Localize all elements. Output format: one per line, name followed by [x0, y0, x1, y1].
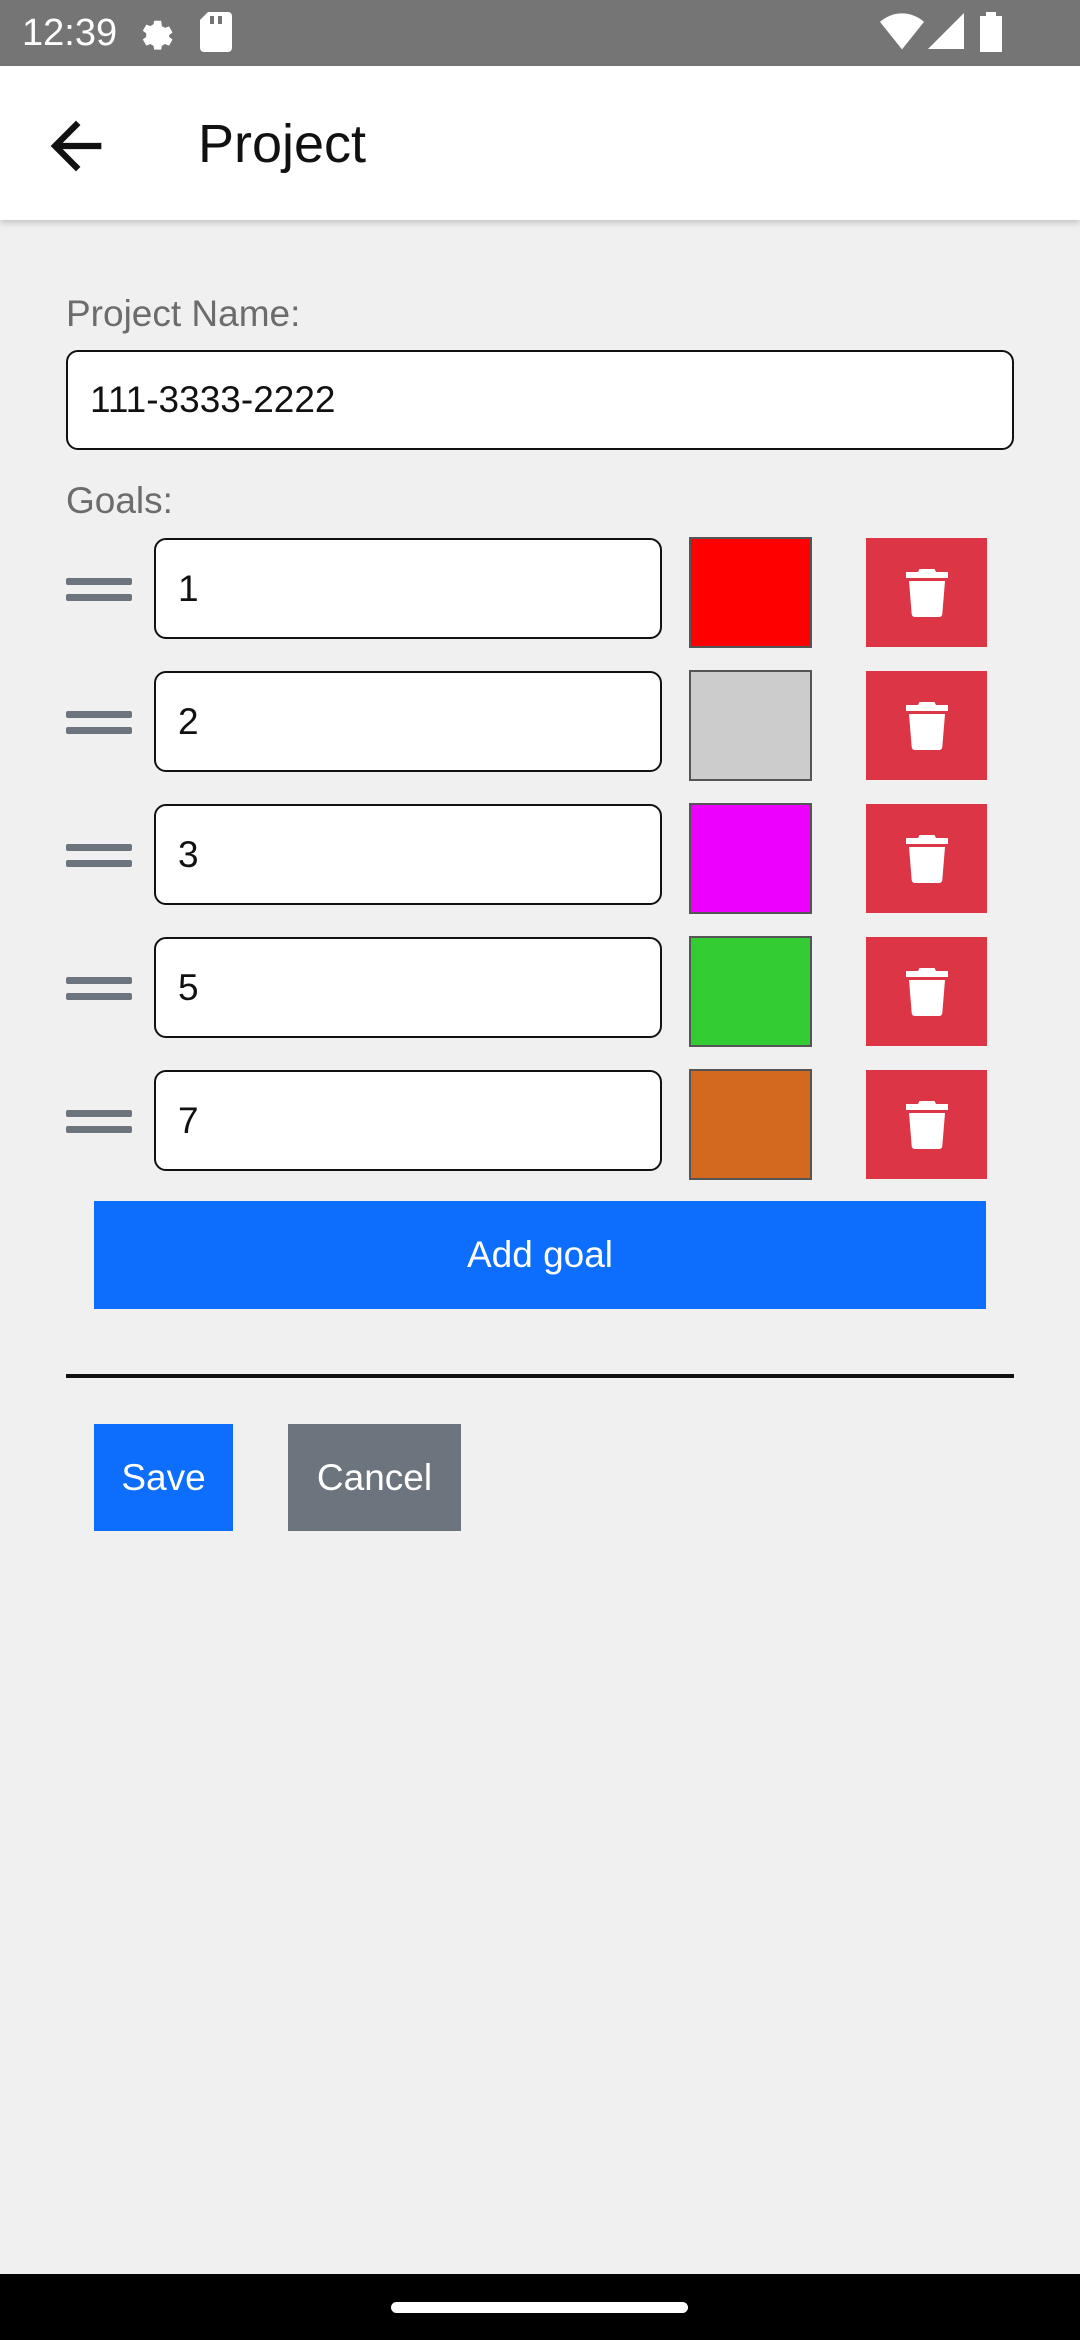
- goal-color-swatch[interactable]: [689, 1069, 812, 1180]
- cancel-button[interactable]: Cancel: [288, 1424, 461, 1531]
- sd-card-icon: [200, 12, 232, 52]
- trash-icon: [905, 701, 948, 750]
- goals-label: Goals:: [66, 480, 173, 521]
- goal-input[interactable]: 2: [154, 671, 662, 772]
- trash-icon: [905, 967, 948, 1016]
- app-bar: Project: [0, 66, 1080, 220]
- delete-goal-button[interactable]: [866, 804, 987, 913]
- drag-handle-icon[interactable]: [66, 578, 132, 606]
- goal-input[interactable]: 5: [154, 937, 662, 1038]
- arrow-left-icon: [50, 120, 102, 172]
- goal-color-swatch[interactable]: [689, 537, 812, 648]
- trash-icon: [905, 1100, 948, 1149]
- project-name-input[interactable]: 111-3333-2222: [66, 350, 1014, 450]
- page-title: Project: [198, 114, 367, 174]
- settings-gear-icon: [142, 20, 173, 50]
- divider: [66, 1374, 1014, 1378]
- drag-handle-icon[interactable]: [66, 711, 132, 739]
- delete-goal-button[interactable]: [866, 671, 987, 780]
- goal-input[interactable]: 3: [154, 804, 662, 905]
- home-gesture-handle[interactable]: [391, 2302, 688, 2313]
- delete-goal-button[interactable]: [866, 1070, 987, 1179]
- cell-signal-icon: [928, 13, 964, 49]
- status-time: 12:39: [22, 12, 118, 54]
- goal-color-swatch[interactable]: [689, 803, 812, 914]
- status-bar: 12:39: [0, 0, 1080, 66]
- project-name-label: Project Name:: [66, 293, 301, 334]
- add-goal-button[interactable]: Add goal: [94, 1201, 986, 1309]
- trash-icon: [905, 834, 948, 883]
- goal-color-swatch[interactable]: [689, 936, 812, 1047]
- trash-icon: [905, 568, 948, 617]
- goal-input[interactable]: 1: [154, 538, 662, 639]
- wifi-icon: [880, 13, 924, 50]
- battery-icon: [980, 12, 1002, 52]
- drag-handle-icon[interactable]: [66, 844, 132, 872]
- delete-goal-button[interactable]: [866, 937, 987, 1046]
- drag-handle-icon[interactable]: [66, 977, 132, 1005]
- drag-handle-icon[interactable]: [66, 1110, 132, 1138]
- delete-goal-button[interactable]: [866, 538, 987, 647]
- back-button[interactable]: [38, 108, 114, 184]
- goal-color-swatch[interactable]: [689, 670, 812, 781]
- save-button[interactable]: Save: [94, 1424, 233, 1531]
- goal-input[interactable]: 7: [154, 1070, 662, 1171]
